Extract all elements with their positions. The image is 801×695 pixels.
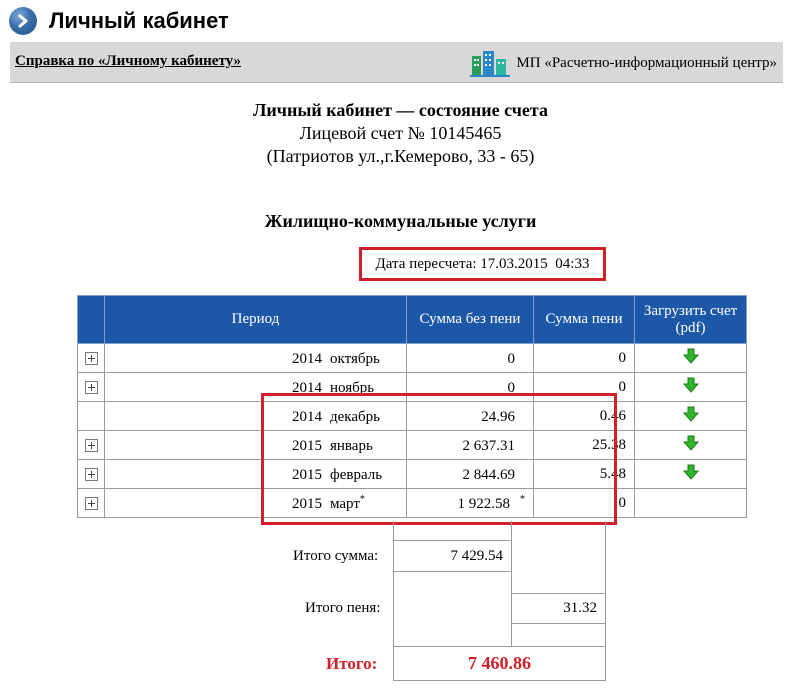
sum-footnote-mark: *	[520, 493, 525, 505]
period-cell: 2015 январь	[104, 430, 407, 460]
period-cell: 2015 март*	[104, 488, 407, 518]
period-cell: 2014 ноябрь	[104, 372, 407, 402]
total-penalty-label: Итого пеня:	[305, 600, 381, 616]
period-cell: 2014 декабрь	[104, 401, 407, 431]
penalty-cell: 5.48	[533, 459, 635, 489]
sum-cell: 0	[406, 372, 534, 402]
expand-plus-icon[interactable]	[84, 496, 98, 510]
header-expand	[77, 295, 105, 344]
total-sum-label: Итого сумма:	[293, 548, 379, 564]
total-sum-value: 7 429.54	[393, 540, 512, 572]
download-cell	[634, 459, 747, 489]
table-row: 2014 декабрь 24.96 0.46	[77, 401, 747, 431]
period-month: октябрь	[330, 350, 380, 367]
download-cell	[634, 372, 747, 402]
section-title: Жилищно-коммунальные услуги	[264, 211, 537, 231]
penalty-cell: 25.38	[533, 430, 635, 460]
download-cell	[634, 430, 747, 460]
download-cell	[634, 488, 747, 518]
help-link[interactable]: Справка по «Личному кабинету»	[15, 53, 241, 70]
sum-cell: 24.96	[406, 401, 534, 431]
header-download: Загрузить счет (pdf)	[634, 295, 747, 344]
period-month: декабрь	[330, 408, 380, 425]
download-arrow-icon[interactable]	[682, 464, 699, 485]
table-header-row: Период Сумма без пени Сумма пени Загрузи…	[77, 295, 747, 344]
charges-table: Период Сумма без пени Сумма пени Загрузи…	[77, 295, 747, 518]
period-month: март*	[330, 493, 365, 512]
period-cell: 2014 октябрь	[104, 343, 407, 373]
period-year: 2015	[292, 437, 322, 454]
page-title: Личный кабинет	[49, 8, 229, 33]
period-year: 2014	[292, 408, 322, 425]
period-year: 2015	[292, 466, 322, 483]
download-arrow-icon[interactable]	[682, 435, 699, 456]
period-year: 2014	[292, 350, 322, 367]
org-name: МП «Расчетно-информационный центр»	[516, 54, 777, 71]
period-month: февраль	[330, 466, 383, 483]
expand-cell	[77, 372, 105, 402]
expand-plus-icon[interactable]	[84, 438, 98, 452]
period-month: ноябрь	[330, 379, 375, 396]
expand-cell	[77, 430, 105, 460]
period-footnote-mark: *	[359, 493, 365, 505]
divider-line	[605, 521, 606, 646]
expand-plus-icon[interactable]	[84, 380, 98, 394]
account-address: (Патриотов ул.,г.Кемерово, 33 - 65)	[266, 146, 535, 166]
expand-cell	[77, 488, 105, 518]
table-row: 2014 октябрь 0 0	[77, 343, 747, 373]
org-info: МП «Расчетно-информационный центр»	[470, 48, 777, 78]
grand-total-value: 7 460.86	[393, 646, 606, 681]
penalty-cell: 0	[533, 343, 635, 373]
download-arrow-icon[interactable]	[682, 348, 699, 369]
table-row: 2014 ноябрь 0 0	[77, 372, 747, 402]
sum-cell: 1 922.58 *	[406, 488, 534, 518]
download-cell	[634, 343, 747, 373]
expand-plus-icon[interactable]	[84, 351, 98, 365]
penalty-cell: 0	[533, 372, 635, 402]
expand-cell	[77, 459, 105, 489]
header-period: Период	[104, 295, 407, 344]
download-cell	[634, 401, 747, 431]
sum-cell: 0	[406, 343, 534, 373]
account-title: Личный кабинет — состояние счета	[253, 100, 548, 120]
recalc-date: Дата пересчета: 17.03.2015 04:33	[359, 247, 606, 281]
account-number: Лицевой счет № 10145465	[299, 123, 502, 143]
total-penalty-value: 31.32	[511, 593, 606, 624]
table-row: 2015 январь 2 637.31 25.38	[77, 430, 747, 460]
org-logo-icon	[470, 51, 511, 77]
expand-plus-icon[interactable]	[84, 467, 98, 481]
download-arrow-icon[interactable]	[682, 406, 699, 427]
period-year: 2015	[292, 495, 322, 512]
grand-total-label: Итого:	[326, 654, 378, 673]
table-row: 2015 февраль 2 844.69 5.48	[77, 459, 747, 489]
period-cell: 2015 февраль	[104, 459, 407, 489]
table-row: 2015 март* 1 922.58 * 0	[77, 488, 747, 518]
period-month: январь	[330, 437, 373, 454]
expand-cell	[77, 343, 105, 373]
download-arrow-icon[interactable]	[682, 377, 699, 398]
sum-cell: 2 637.31	[406, 430, 534, 460]
page-header: Личный кабинет	[9, 4, 229, 38]
toolbar: Справка по «Личному кабинету» МП «Расчет…	[10, 42, 783, 83]
expand-cell	[77, 401, 105, 431]
penalty-cell: 0.46	[533, 401, 635, 431]
sum-cell: 2 844.69	[406, 459, 534, 489]
header-penalty: Сумма пени	[533, 295, 635, 344]
penalty-cell: 0	[533, 488, 635, 518]
header-sum: Сумма без пени	[406, 295, 534, 344]
period-year: 2014	[292, 379, 322, 396]
arrow-right-circle-icon	[9, 7, 37, 35]
